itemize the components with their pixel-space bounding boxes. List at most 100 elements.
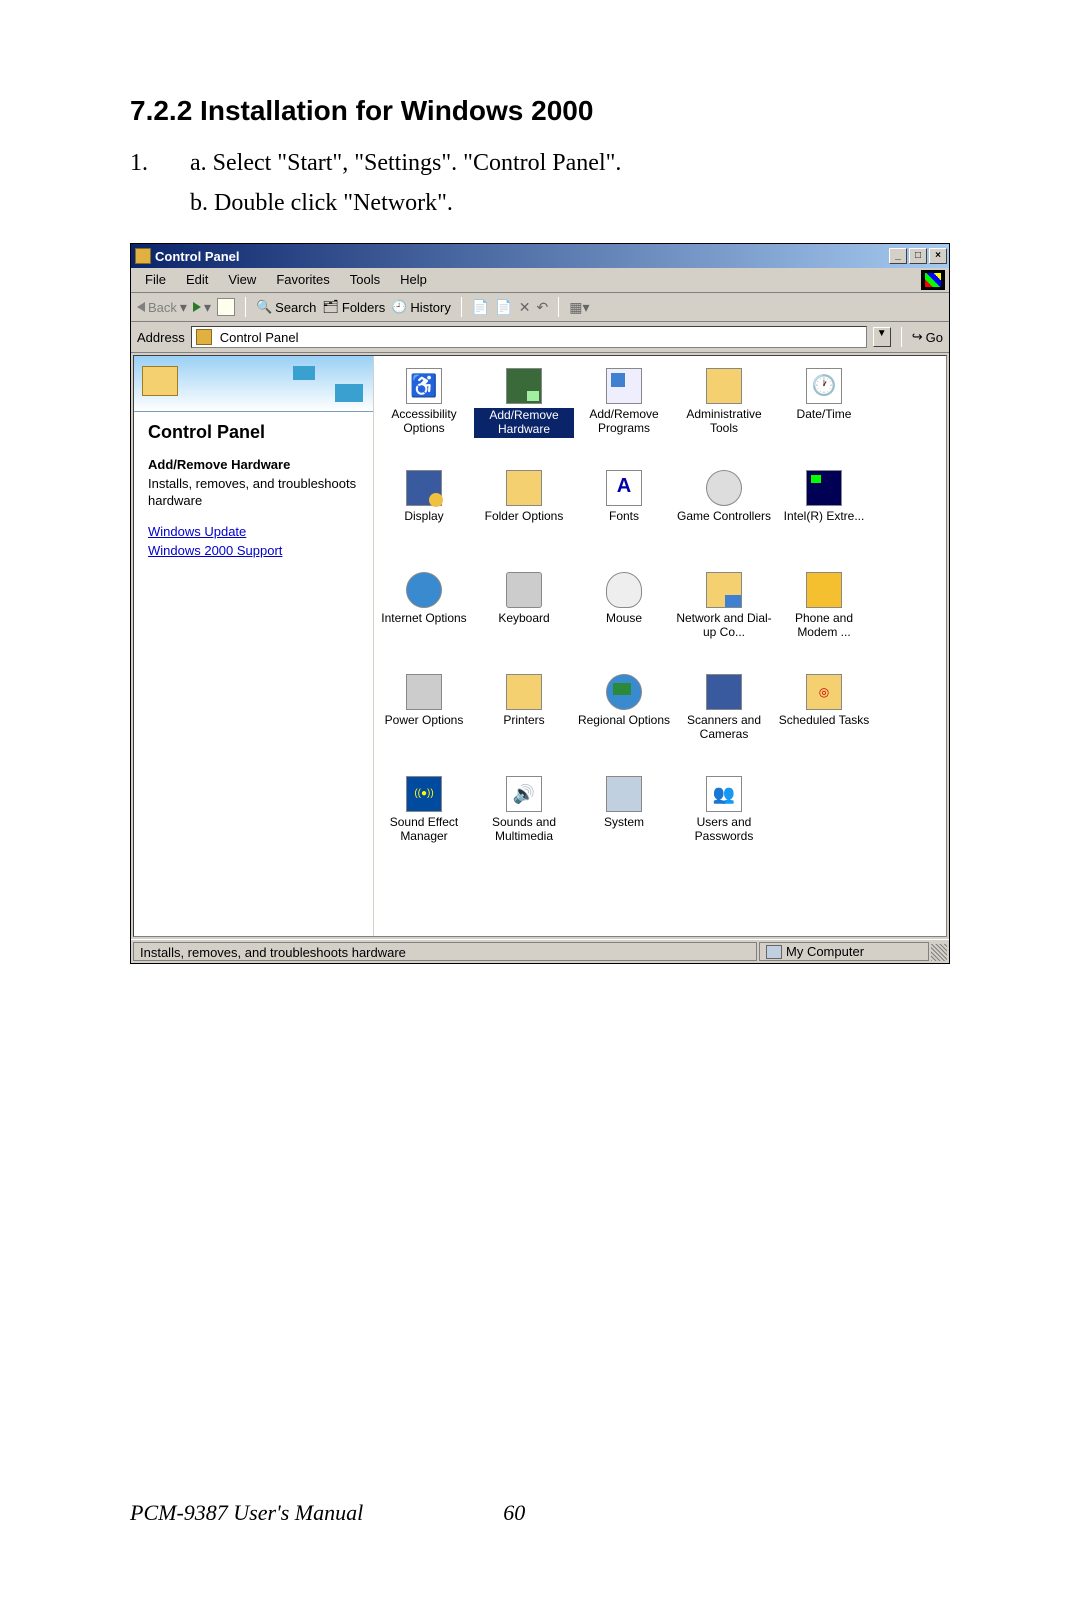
item-label: Intel(R) Extre...	[782, 510, 867, 524]
go-button[interactable]: ↪Go	[912, 329, 943, 345]
item-label: Network and Dial-up Co...	[674, 612, 774, 640]
control-panel-item[interactable]: Network and Dial-up Co...	[674, 566, 774, 668]
control-panel-item[interactable]: Folder Options	[474, 464, 574, 566]
move-to-icon[interactable]: 📄	[472, 299, 489, 316]
step-a: a. Select "Start", "Settings". "Control …	[190, 145, 950, 181]
menu-help[interactable]: Help	[390, 270, 437, 290]
print-icon	[506, 674, 542, 710]
item-label: Sound Effect Manager	[374, 816, 474, 844]
close-button[interactable]: ×	[929, 248, 947, 264]
control-panel-item[interactable]: Scheduled Tasks	[774, 668, 874, 770]
access-icon	[406, 368, 442, 404]
sched-icon	[806, 674, 842, 710]
up-button[interactable]	[217, 298, 235, 316]
statusbar: Installs, removes, and troubleshoots har…	[131, 939, 949, 963]
control-panel-item[interactable]: Game Controllers	[674, 464, 774, 566]
control-panel-item[interactable]: Intel(R) Extre...	[774, 464, 874, 566]
folder-icon	[506, 470, 542, 506]
control-panel-item[interactable]: Phone and Modem ...	[774, 566, 874, 668]
address-dropdown[interactable]: ▼	[873, 327, 891, 347]
system-icon	[606, 776, 642, 812]
sidebar-title: Control Panel	[148, 422, 359, 443]
minimize-button[interactable]: _	[889, 248, 907, 264]
sidebar-banner	[134, 356, 373, 412]
link-windows-2000-support[interactable]: Windows 2000 Support	[148, 543, 359, 558]
item-label: Keyboard	[496, 612, 551, 626]
status-text: Installs, removes, and troubleshoots har…	[133, 942, 757, 961]
control-panel-item[interactable]: Date/Time	[774, 362, 874, 464]
item-label: Regional Options	[576, 714, 672, 728]
item-label: Mouse	[604, 612, 644, 626]
control-panel-item[interactable]: Add/Remove Hardware	[474, 362, 574, 464]
item-label: Scanners and Cameras	[674, 714, 774, 742]
history-label: History	[410, 300, 450, 315]
sidebar: Control Panel Add/Remove Hardware Instal…	[134, 356, 374, 936]
search-button[interactable]: 🔍Search	[256, 299, 316, 315]
control-panel-item[interactable]: Power Options	[374, 668, 474, 770]
addhw-icon	[506, 368, 542, 404]
link-windows-update[interactable]: Windows Update	[148, 524, 359, 539]
control-panel-item[interactable]: Accessibility Options	[374, 362, 474, 464]
control-panel-icon	[135, 248, 151, 264]
history-button[interactable]: 🕘History	[391, 299, 451, 315]
footer-page-number: 60	[503, 1500, 525, 1526]
control-panel-item[interactable]: Keyboard	[474, 566, 574, 668]
sound-icon	[506, 776, 542, 812]
resize-grip[interactable]	[931, 944, 947, 961]
item-label: Fonts	[607, 510, 641, 524]
sfx-icon	[406, 776, 442, 812]
control-panel-item[interactable]: Sounds and Multimedia	[474, 770, 574, 872]
titlebar: Control Panel _ □ ×	[131, 244, 949, 268]
computer-icon	[766, 945, 782, 959]
control-panel-item[interactable]: Display	[374, 464, 474, 566]
back-button[interactable]: Back ▾	[137, 299, 187, 316]
control-panel-item[interactable]: Mouse	[574, 566, 674, 668]
control-panel-icon	[196, 329, 212, 345]
menu-view[interactable]: View	[218, 270, 266, 290]
step-b: b. Double click "Network".	[190, 185, 950, 221]
control-panel-item[interactable]: Printers	[474, 668, 574, 770]
delete-icon[interactable]: ✕	[519, 299, 531, 316]
control-panel-item[interactable]: Scanners and Cameras	[674, 668, 774, 770]
control-panel-item[interactable]: Fonts	[574, 464, 674, 566]
undo-icon[interactable]: ↶	[536, 299, 548, 316]
addressbar: Address Control Panel ▼ ↪Go	[131, 322, 949, 353]
menu-file[interactable]: File	[135, 270, 176, 290]
item-label: Internet Options	[379, 612, 468, 626]
menu-edit[interactable]: Edit	[176, 270, 218, 290]
sidebar-description: Installs, removes, and troubleshoots har…	[148, 476, 359, 510]
toolbar-separator	[245, 297, 246, 317]
item-label: Power Options	[383, 714, 466, 728]
control-panel-item[interactable]: Regional Options	[574, 668, 674, 770]
step-number: 1.	[130, 145, 190, 181]
control-panel-item[interactable]: Users and Passwords	[674, 770, 774, 872]
control-panel-item[interactable]: Add/Remove Programs	[574, 362, 674, 464]
views-icon[interactable]: ▦▾	[569, 299, 589, 316]
item-label: Display	[402, 510, 445, 524]
address-label: Address	[137, 330, 185, 345]
kbd-icon	[506, 572, 542, 608]
arrow-left-icon	[137, 302, 145, 312]
content-area: Control Panel Add/Remove Hardware Instal…	[133, 355, 947, 937]
item-label: Game Controllers	[675, 510, 773, 524]
menubar: File Edit View Favorites Tools Help	[131, 268, 949, 293]
copy-to-icon[interactable]: 📄	[495, 299, 512, 316]
display-icon	[406, 470, 442, 506]
menu-tools[interactable]: Tools	[340, 270, 390, 290]
game-icon	[706, 470, 742, 506]
date-icon	[806, 368, 842, 404]
mouse-icon	[606, 572, 642, 608]
address-input[interactable]: Control Panel	[191, 326, 867, 348]
sidebar-selected-item: Add/Remove Hardware	[148, 457, 359, 472]
toolbar: Back ▾ ▾ 🔍Search 🗂Folders 🕘History 📄 📄 ✕…	[131, 293, 949, 322]
control-panel-item[interactable]: System	[574, 770, 674, 872]
section-heading: 7.2.2 Installation for Windows 2000	[130, 95, 950, 127]
control-panel-item[interactable]: Administrative Tools	[674, 362, 774, 464]
maximize-button[interactable]: □	[909, 248, 927, 264]
control-panel-item[interactable]: Internet Options	[374, 566, 474, 668]
control-panel-item[interactable]: Sound Effect Manager	[374, 770, 474, 872]
folders-button[interactable]: 🗂Folders	[322, 299, 385, 315]
forward-button[interactable]: ▾	[193, 299, 211, 316]
search-icon: 🔍	[256, 299, 272, 315]
menu-favorites[interactable]: Favorites	[266, 270, 339, 290]
